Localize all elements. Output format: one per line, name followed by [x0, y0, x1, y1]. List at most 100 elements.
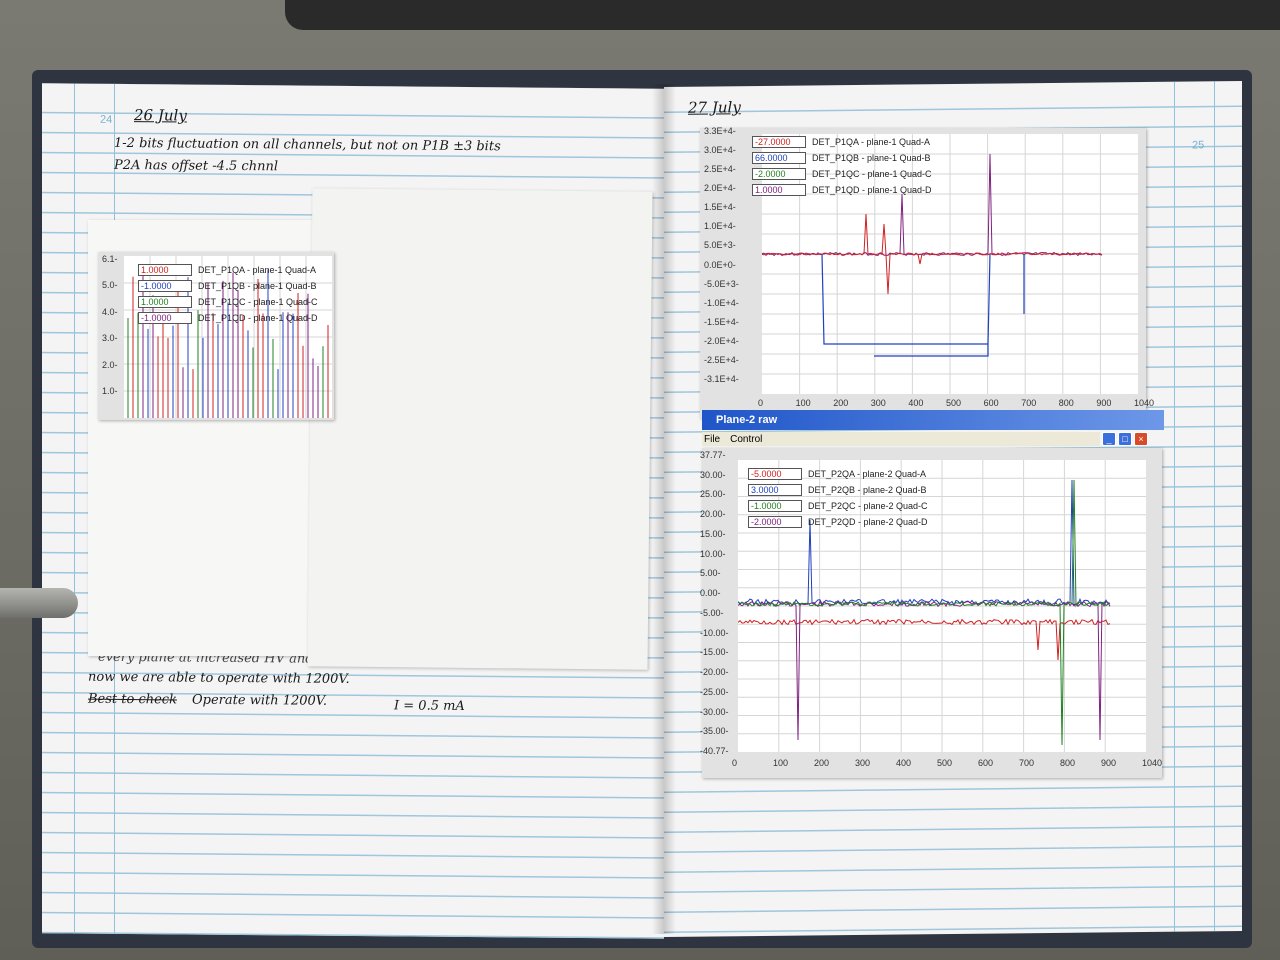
small-plot-legend-entry: 1.0000 DET_P1QA - plane-1 Quad-A: [138, 264, 316, 276]
plot2-y-tick-label: -40.77-: [700, 746, 729, 756]
small-plot-legend-value[interactable]: -1.0000: [138, 280, 192, 292]
small-plot-printout: 6.1- 5.0- 4.0- 3.0- 2.0- 1.0- 1.0000 DET_P1QA …: [98, 252, 334, 420]
plot1-y-tick-label: -1.5E+4-: [704, 316, 739, 327]
plot1-x-tick-label: 600: [983, 398, 999, 408]
small-plot-legend-value[interactable]: 1.0000: [138, 296, 192, 308]
plot1-x-tick-label: 500: [946, 398, 962, 408]
plot2-legend-value[interactable]: -5.0000: [748, 468, 802, 480]
plot2-x-tick-label: 700: [1019, 758, 1035, 768]
plot2-legend-name: DET_P2QB - plane-2 Quad-B: [808, 485, 927, 495]
plot1-legend-entry: -2.0000 DET_P1QC - plane-1 Quad-C: [752, 168, 932, 180]
plot2-y-tick-label: 30.00-: [700, 469, 726, 480]
margin-line: [1174, 81, 1175, 932]
plot2-y-tick-label: -30.00-: [700, 706, 729, 717]
plot2-legend-value[interactable]: -1.0000: [748, 500, 802, 512]
plot2-y-tick-label: 5.00-: [700, 568, 721, 579]
plot2-printout: 37.77- 30.00- 25.00- 20.00- 15.00- 10.00- 5.00…: [700, 448, 1162, 778]
small-plot-legend-name: DET_P1QD - plane-1 Quad-D: [198, 313, 318, 323]
plot1-y-tick-label: -2.5E+4-: [704, 354, 739, 365]
plot1-x-tick-label: 400: [908, 398, 924, 408]
plot2-y-tick-label: -5.00-: [700, 607, 724, 618]
small-plot-legend-value[interactable]: 1.0000: [138, 264, 192, 276]
close-icon[interactable]: ×: [1134, 432, 1148, 446]
plot1-legend-entry: 66.0000 DET_P1QB - plane-1 Quad-B: [752, 152, 931, 164]
plot1-legend-name: DET_P1QA - plane-1 Quad-A: [812, 137, 931, 147]
plot1-x-tick-label: 900: [1096, 398, 1112, 408]
plot2-y-tick-label: 25.00-: [700, 489, 726, 500]
plot2-legend-entry: -2.0000 DET_P2QD - plane-2 Quad-D: [748, 516, 928, 528]
plot2-y-tick-label: 0.00-: [700, 588, 721, 599]
small-plot-y-tick-label: 4.0-: [102, 306, 118, 317]
note-line-4: Operate with 1200V.: [192, 692, 328, 709]
plot2-y-tick-label: 20.00-: [700, 509, 726, 520]
plot1-y-tick-label: 3.3E+4-: [704, 126, 736, 136]
plot1-y-tick-label: -3.1E+4-: [704, 374, 739, 384]
window-menu-bar: File Control: [702, 432, 1100, 446]
menu-file[interactable]: File: [704, 434, 720, 445]
small-plot-y-tick-label: 3.0-: [102, 333, 118, 344]
plot2-x-tick-label: 300: [855, 758, 871, 768]
current-reading: I = 0.5 mA: [394, 698, 465, 714]
plot1-printout: 3.3E+4- 3.0E+4- 2.5E+4- 2.0E+4- 1.5E+4- 1.0E+…: [700, 126, 1154, 418]
plot1-legend-name: DET_P1QB - plane-1 Quad-B: [812, 153, 931, 163]
note-line-2: P2A has offset -4.5 chnnl: [114, 157, 278, 175]
plot2-y-tick-label: -10.00-: [700, 627, 729, 638]
plot2-legend-value[interactable]: 3.0000: [748, 484, 802, 496]
taped-sheet-folded: [307, 188, 653, 670]
plot1-y-tick-label: 2.5E+4-: [704, 164, 736, 175]
plot1-y-tick-label: -1.0E+4-: [704, 297, 739, 308]
plot1-legend-value[interactable]: -27.0000: [752, 136, 806, 148]
plot2-legend-entry: -5.0000 DET_P2QA - plane-2 Quad-A: [748, 468, 926, 480]
plot1-y-tick-label: 1.0E+4-: [704, 221, 736, 232]
plot1-legend-value[interactable]: 1.0000: [752, 184, 806, 196]
plot2-x-tick-label: 200: [814, 758, 830, 768]
plot1-legend-name: DET_P1QC - plane-1 Quad-C: [812, 169, 932, 179]
plot1-legend-name: DET_P1QD - plane-1 Quad-D: [812, 185, 932, 195]
plot1-y-tick-label: 3.0E+4-: [704, 145, 736, 156]
plot2-series-b: [737, 479, 1111, 607]
notebook-gutter: [652, 84, 676, 934]
pen: [0, 588, 78, 618]
plot2-x-tick-label: 400: [896, 758, 912, 768]
margin-line: [74, 83, 75, 934]
menu-control[interactable]: Control: [730, 434, 762, 445]
plot2-x-tick-label: 600: [978, 758, 994, 768]
plot2-y-tick-label: -25.00-: [700, 686, 729, 697]
plot2-y-tick-label: -20.00-: [700, 667, 729, 678]
plot2-y-tick-label: -35.00-: [700, 726, 729, 737]
small-plot-y-tick-label: 1.0-: [102, 386, 118, 396]
plot2-legend-name: DET_P2QC - plane-2 Quad-C: [808, 501, 928, 511]
note-line-1: 1-2 bits fluctuation on all channels, bu…: [114, 135, 501, 155]
small-plot-legend-entry: -1.0000 DET_P1QB - plane-1 Quad-B: [138, 280, 317, 292]
plot1-x-tick-label: 1040: [1134, 398, 1155, 408]
plot2-legend-entry: 3.0000 DET_P2QB - plane-2 Quad-B: [748, 484, 927, 496]
maximize-icon[interactable]: □: [1118, 432, 1132, 446]
plot2-legend-name: DET_P2QD - plane-2 Quad-D: [808, 517, 928, 527]
plot1-x-tick-label: 0: [758, 398, 764, 408]
plot2-y-tick-label: 15.00-: [700, 528, 726, 539]
small-plot-legend-name: DET_P1QB - plane-1 Quad-B: [198, 281, 317, 291]
note-line-3: now we are able to operate with 1200V.: [88, 669, 350, 687]
note-struck-text: Best to check: [88, 691, 177, 708]
plot2-x-tick-label: 800: [1060, 758, 1076, 768]
plot2-x-tick-label: 500: [937, 758, 953, 768]
plot2-series-a: [737, 618, 1111, 661]
window-title-bar[interactable]: Plane-2 raw: [702, 410, 1164, 430]
plot1-legend-value[interactable]: 66.0000: [752, 152, 806, 164]
plot2-y-tick-label: -15.00-: [700, 647, 729, 658]
small-plot-legend-value[interactable]: -1.0000: [138, 312, 192, 324]
minimize-icon[interactable]: _: [1102, 432, 1116, 446]
plot1-x-tick-label: 800: [1058, 398, 1074, 408]
plot1-y-tick-label: -5.0E+3-: [704, 278, 739, 289]
plot2-y-tick-label: 37.77-: [700, 450, 726, 460]
plot1-legend-value[interactable]: -2.0000: [752, 168, 806, 180]
plot1-x-tick-label: 700: [1021, 398, 1037, 408]
plot1-y-tick-label: 2.0E+4-: [704, 183, 736, 194]
page-number: 24: [100, 113, 113, 126]
plot2-legend-value[interactable]: -2.0000: [748, 516, 802, 528]
margin-line: [1214, 81, 1215, 932]
small-plot-y-tick-label: 5.0-: [102, 280, 118, 291]
small-plot-legend-name: DET_P1QC - plane-1 Quad-C: [198, 297, 318, 307]
plot1-x-tick-label: 300: [870, 398, 886, 408]
plot2-x-tick-label: 100: [773, 758, 789, 768]
